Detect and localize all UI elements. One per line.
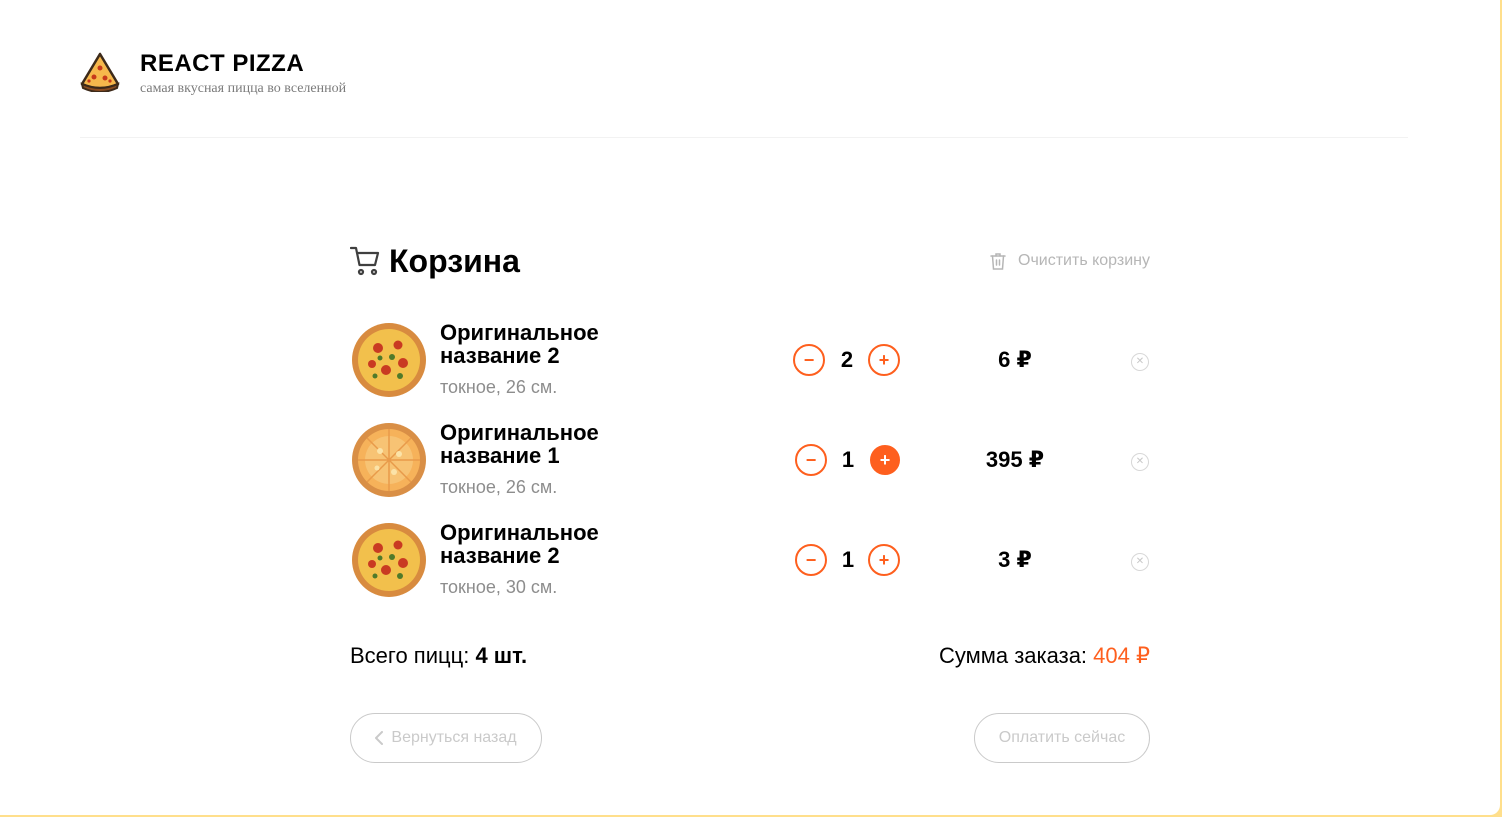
pizza-pepperoni-image	[352, 323, 426, 397]
trash-icon	[990, 253, 1006, 270]
plus-icon: +	[878, 550, 890, 570]
cart-item: Оригинальное название 2 токное, 26 см. −…	[350, 321, 1150, 401]
minus-icon: −	[803, 350, 815, 370]
item-quantity: 2	[840, 347, 854, 372]
chevron-left-icon	[375, 731, 384, 745]
cart: Корзина Очистить корзину Оригинальное на…	[350, 236, 1150, 776]
item-description: токное, 26 см.	[440, 477, 558, 497]
pizza-slice-icon[interactable]	[80, 50, 120, 92]
total-count-label: Всего пицц:	[350, 643, 470, 668]
item-description: токное, 26 см.	[440, 377, 558, 397]
total-count: Всего пицц: 4 шт.	[350, 643, 527, 669]
total-sum-label: Сумма заказа:	[938, 643, 1088, 668]
item-name: Оригинальное название 2	[440, 320, 599, 368]
minus-icon: −	[805, 550, 817, 570]
close-icon: ✕	[1135, 556, 1145, 567]
cart-item: Оригинальное название 1 токное, 26 см. −…	[350, 421, 1150, 501]
total-sum: Сумма заказа: 404 ₽	[939, 643, 1150, 669]
item-price: 395 ₽	[985, 447, 1045, 472]
plus-icon: +	[878, 350, 890, 370]
item-price: 6 ₽	[998, 347, 1032, 372]
item-quantity: 1	[841, 547, 855, 572]
remove-item-button[interactable]: ✕	[1131, 353, 1149, 371]
clear-cart-button[interactable]: Очистить корзину	[988, 249, 1150, 273]
item-quantity: 1	[841, 447, 855, 472]
page-wrapper: REACT PIZZA самая вкусная пицца во вселе…	[0, 0, 1500, 815]
total-count-value: 4 шт.	[475, 643, 528, 668]
pizza-cheese-image	[352, 423, 426, 497]
cart-header: Корзина Очистить корзину	[350, 236, 1150, 286]
close-icon: ✕	[1135, 356, 1145, 367]
pay-now-button[interactable]: Оплатить сейчас	[974, 713, 1150, 763]
decrease-quantity-button[interactable]: −	[795, 544, 827, 576]
increase-quantity-button[interactable]: +	[868, 344, 900, 376]
item-name: Оригинальное название 2	[440, 520, 599, 568]
brand-title[interactable]: REACT PIZZA	[140, 50, 304, 78]
decrease-quantity-button[interactable]: −	[793, 344, 825, 376]
minus-icon: −	[805, 450, 817, 470]
cart-item: Оригинальное название 2 токное, 30 см. −…	[350, 521, 1150, 601]
cart-icon	[350, 246, 380, 276]
clear-cart-label: Очистить корзину	[1018, 252, 1150, 269]
close-icon: ✕	[1135, 456, 1145, 467]
item-price: 3 ₽	[998, 547, 1032, 572]
total-sum-value: 404 ₽	[1093, 643, 1150, 668]
decrease-quantity-button[interactable]: −	[795, 444, 827, 476]
increase-quantity-button[interactable]: +	[868, 544, 900, 576]
item-name: Оригинальное название 1	[440, 420, 599, 468]
cart-title: Корзина	[389, 243, 520, 279]
go-back-button[interactable]: Вернуться назад	[350, 713, 542, 763]
brand-tagline: самая вкусная пицца во вселенной	[140, 81, 347, 96]
item-description: токное, 30 см.	[440, 577, 558, 597]
pizza-pepperoni-image	[352, 523, 426, 597]
plus-icon: +	[879, 450, 891, 470]
cart-summary: Всего пицц: 4 шт. Сумма заказа: 404 ₽	[350, 643, 1150, 673]
remove-item-button[interactable]: ✕	[1131, 553, 1149, 571]
pay-now-label: Оплатить сейчас	[998, 729, 1126, 746]
increase-quantity-button[interactable]: +	[870, 445, 900, 475]
header: REACT PIZZA самая вкусная пицца во вселе…	[80, 44, 1408, 138]
go-back-label: Вернуться назад	[391, 729, 517, 746]
remove-item-button[interactable]: ✕	[1131, 453, 1149, 471]
